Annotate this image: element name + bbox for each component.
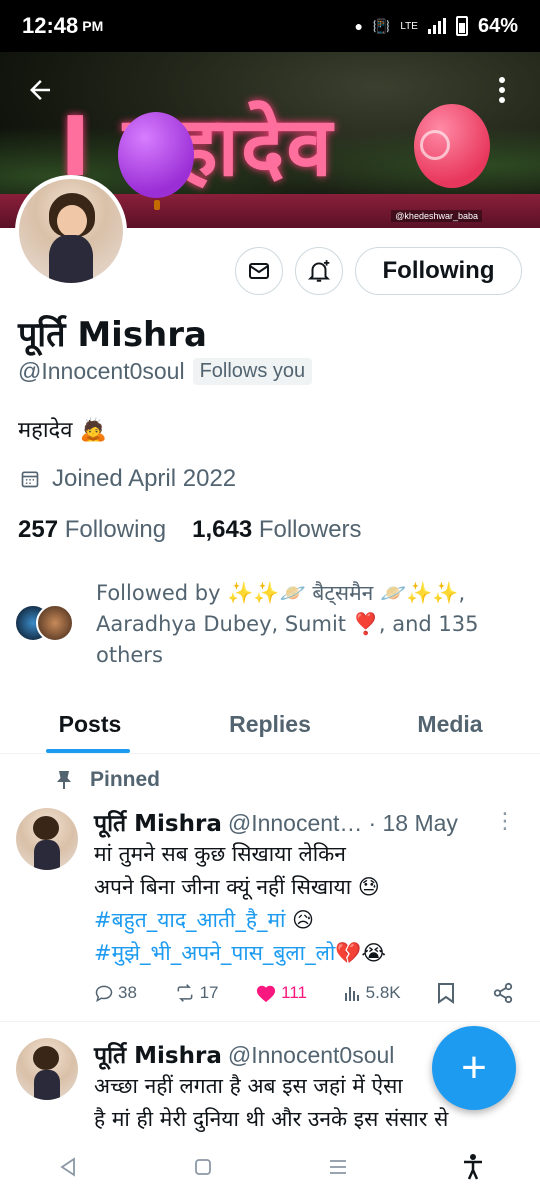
envelope-icon [249, 263, 269, 279]
like-count: 111 [281, 983, 307, 1002]
tweet-time[interactable]: · 18 May [368, 810, 457, 837]
reply-count: 38 [118, 983, 137, 1002]
status-icons: ● 📳 LTE 64% [354, 15, 518, 38]
followers-count-link[interactable]: 1,643 Followers [192, 516, 361, 544]
retweet-button[interactable]: 17 [174, 983, 219, 1003]
accessibility-button[interactable] [453, 1147, 493, 1187]
dot-icon: ● [354, 18, 363, 34]
profile-handle: @Innocent0soul [18, 358, 185, 384]
handle-row: @Innocent0soul Follows you [18, 358, 313, 385]
nav-recents-button[interactable] [318, 1147, 358, 1187]
notifications-button[interactable] [295, 247, 343, 295]
status-bar: 12:48 PM ● 📳 LTE 64% [0, 0, 540, 52]
tweet-body: मां तुमने सब कुछ सिखाया लेकिन अपने बिना … [94, 838, 524, 970]
compose-button[interactable]: + [432, 1026, 516, 1110]
profile-tabs: Posts Replies Media [0, 696, 540, 754]
followers-avatars [14, 604, 84, 644]
following-count-label: Following [64, 516, 167, 543]
tweet-line: है मां ही मेरी दुनिया थी और उनके इस संसा… [94, 1107, 449, 1131]
followers-count-label: Followers [258, 516, 362, 543]
tab-media[interactable]: Media [360, 696, 540, 753]
views-button[interactable]: 5.8K [344, 983, 401, 1003]
share-icon [493, 982, 513, 1004]
heart-filled-icon [257, 985, 276, 1003]
emoji: 💔😭 [335, 941, 386, 965]
follow-counts: 257 Following 1,643 Followers [18, 516, 362, 544]
status-time: 12:48 [22, 13, 79, 38]
tweet-actions: 38 17 111 5.8K [94, 982, 514, 1004]
joined-date: Joined April 2022 [52, 465, 237, 492]
arrow-left-icon [30, 80, 50, 100]
reply-icon [95, 985, 113, 1003]
plus-icon: + [461, 1043, 487, 1092]
share-button[interactable] [492, 982, 514, 1004]
tweet-header: पूर्ति Mishra @Innocent… · 18 May [94, 806, 458, 838]
nav-back-button[interactable] [48, 1147, 88, 1187]
like-button[interactable]: 111 [255, 983, 307, 1003]
tweet-more-icon[interactable]: ⋮ [494, 808, 516, 834]
followed-by[interactable]: Followed by ✨✨🪐 बैट्समैन 🪐✨✨, Aaradhya D… [14, 578, 496, 671]
battery-icon [455, 16, 468, 36]
tab-posts[interactable]: Posts [0, 696, 180, 753]
tweet-avatar[interactable] [16, 808, 78, 870]
recents-lines-icon [329, 1160, 346, 1174]
profile-avatar[interactable] [15, 175, 127, 287]
pinned-row: Pinned [56, 768, 160, 792]
retweet-icon [177, 984, 192, 1002]
view-count: 5.8K [365, 983, 401, 1002]
tweet-line: अपने बिना जीना क्यूं नहीं सिखाया 😓 [94, 875, 380, 899]
square-home-icon [194, 1159, 211, 1175]
tab-replies[interactable]: Replies [180, 696, 360, 753]
bookmark-icon [438, 983, 455, 1004]
tweet-header: पूर्ति Mishra @Innocent0soul [94, 1038, 394, 1070]
tweet-author-handle[interactable]: @Innocent… [228, 810, 363, 837]
status-ampm: PM [82, 18, 104, 34]
following-count-link[interactable]: 257 Following [18, 516, 166, 544]
bookmark-button[interactable] [437, 982, 455, 1004]
avatar [36, 604, 74, 642]
hashtag-link[interactable]: #मुझे_भी_अपने_पास_बुला_लो [94, 941, 335, 965]
vertical-dots-icon [499, 77, 505, 103]
bell-plus-icon [307, 260, 331, 282]
calendar-icon [21, 471, 39, 488]
reply-button[interactable]: 38 [94, 983, 137, 1003]
back-button[interactable] [20, 70, 60, 110]
accessibility-icon [463, 1154, 482, 1180]
followed-by-text: Followed by ✨✨🪐 बैट्समैन 🪐✨✨, Aaradhya D… [96, 581, 479, 667]
views-icon [344, 987, 359, 1001]
message-button[interactable] [235, 247, 283, 295]
following-button[interactable]: Following [355, 247, 522, 295]
profile-bio: महादेव 🙇 [18, 418, 107, 443]
tweet-author-name[interactable]: पूर्ति Mishra [94, 1038, 222, 1070]
profile-display-name: पूर्ति Mishra [18, 315, 207, 355]
more-options-button[interactable] [482, 70, 522, 110]
tweet-avatar[interactable] [16, 1038, 78, 1100]
search-icon[interactable] [420, 130, 450, 160]
pinned-label: Pinned [90, 768, 161, 791]
hashtag-link[interactable]: #बहुत_याद_आती_है_मां [94, 908, 286, 932]
system-nav-bar [0, 1134, 540, 1200]
nav-home-button[interactable] [183, 1147, 223, 1187]
retweet-count: 17 [199, 983, 219, 1002]
joined-row: Joined April 2022 [20, 465, 236, 493]
emoji: 😥 [285, 908, 315, 932]
tweet-author-name[interactable]: पूर्ति Mishra [94, 806, 222, 838]
banner-watermark: @khedeshwar_baba [391, 210, 482, 222]
pin-icon [57, 771, 71, 789]
following-count: 257 [18, 516, 59, 543]
followers-count: 1,643 [192, 516, 253, 543]
network-label: LTE [400, 20, 418, 32]
tweet[interactable]: Pinned पूर्ति Mishra @Innocent… · 18 May… [0, 760, 540, 1022]
signal-icon [427, 18, 446, 34]
tweet-author-handle[interactable]: @Innocent0soul [228, 1042, 395, 1069]
follows-you-badge: Follows you [192, 358, 313, 385]
triangle-back-icon [59, 1157, 75, 1177]
battery-percent: 64% [477, 14, 518, 37]
vibrate-icon: 📳 [372, 17, 391, 34]
tweet-line: मां तुमने सब कुछ सिखाया लेकिन [94, 842, 346, 866]
purple-balloon [118, 112, 194, 210]
